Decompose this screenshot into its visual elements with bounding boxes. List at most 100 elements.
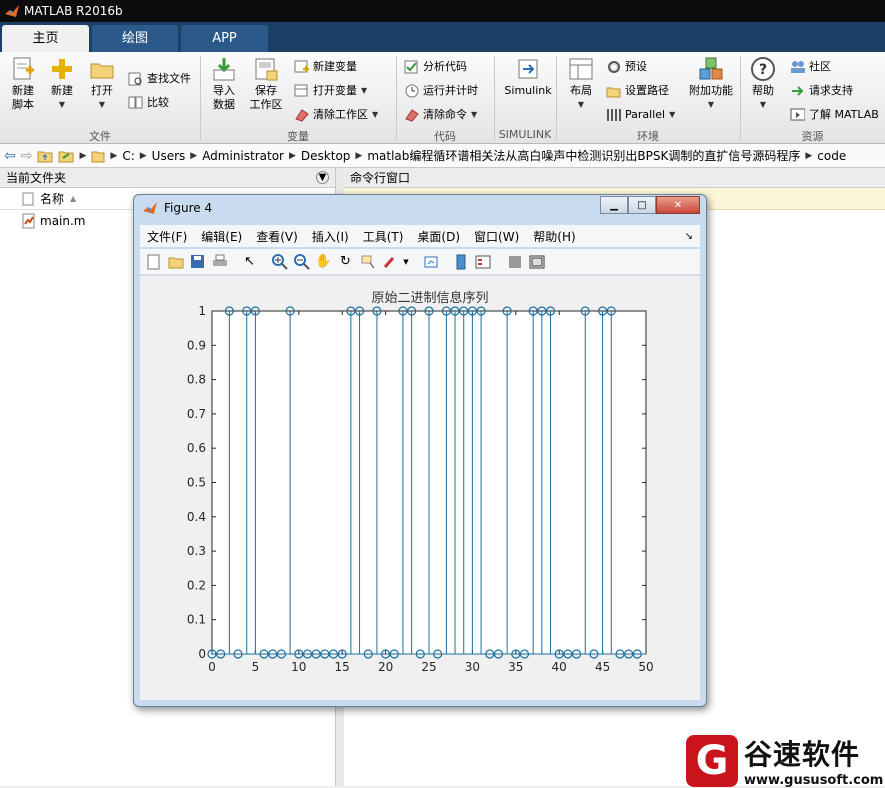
run-and-time-icon (405, 84, 419, 97)
preferences-button[interactable]: 预设 (606, 56, 647, 76)
forward-icon[interactable]: ⇨ (21, 148, 33, 164)
open-file-icon[interactable] (166, 252, 185, 271)
menu-edit[interactable]: 编辑(E) (194, 228, 249, 245)
request-support-button[interactable]: 请求支持 (790, 80, 853, 100)
clear-commands-button[interactable]: 清除命令 ▼ (404, 104, 477, 124)
minimize-icon[interactable]: ▁ (600, 196, 628, 214)
simulink-button[interactable]: Simulink (502, 56, 554, 98)
learn-matlab-label: 了解 MATLAB (809, 108, 879, 121)
new-script-button[interactable]: 新建 脚本 (6, 56, 40, 112)
hide-plot-tools-icon[interactable] (505, 252, 524, 271)
show-plot-tools-icon[interactable] (527, 252, 546, 271)
save-icon[interactable] (188, 252, 207, 271)
new-script-label: 新建 脚本 (12, 84, 34, 111)
compare-button[interactable]: 比较 (128, 92, 169, 112)
set-path-button[interactable]: 设置路径 (606, 80, 669, 100)
clear-workspace-button[interactable]: 清除工作区 ▼ (294, 104, 378, 124)
menu-window[interactable]: 窗口(W) (467, 228, 526, 245)
addons-button[interactable]: 附加功能 ▼ (686, 56, 736, 112)
x-tick-label: 30 (465, 660, 480, 674)
dock-arrow-icon[interactable]: ↘ (678, 231, 700, 242)
chart-title: 原始二进制信息序列 (371, 290, 488, 306)
clear-commands-dropdown-icon: ▼ (471, 109, 478, 119)
menu-insert[interactable]: 插入(I) (305, 228, 356, 245)
figure-title-bar[interactable]: Figure 4 ▁ □ ✕ (134, 195, 706, 221)
pan-hand-icon[interactable]: ✋ (314, 252, 333, 271)
y-tick-label: 0.7 (187, 407, 206, 421)
open-variable-label: 打开变量 (313, 84, 357, 97)
up-folder-icon[interactable] (37, 149, 53, 163)
chevron-right-icon: ▶ (110, 150, 118, 161)
new-button[interactable]: 新建 ▼ (48, 56, 76, 112)
community-icon (791, 60, 805, 73)
y-tick-label: 0.5 (187, 476, 206, 490)
zoom-out-icon[interactable] (292, 252, 311, 271)
learn-matlab-icon (790, 108, 805, 120)
link-plot-icon[interactable] (421, 252, 440, 271)
tab-apps[interactable]: APP (181, 25, 268, 52)
help-label: 帮助 (752, 84, 774, 97)
current-folder-header: 当前文件夹 ▼ (0, 168, 335, 188)
svg-text:?: ? (759, 62, 767, 78)
data-cursor-icon[interactable] (358, 252, 377, 271)
panel-menu-icon[interactable]: ▼ (316, 171, 329, 184)
menu-desktop[interactable]: 桌面(D) (410, 228, 467, 245)
breadcrumb-administrator[interactable]: Administrator (202, 149, 284, 163)
breadcrumb-users[interactable]: Users (152, 149, 186, 163)
pointer-icon[interactable]: ↖ (240, 252, 259, 271)
tab-home[interactable]: 主页 (2, 25, 89, 52)
menu-tools[interactable]: 工具(T) (356, 228, 411, 245)
colorbar-icon[interactable] (451, 252, 470, 271)
analyze-code-button[interactable]: 分析代码 (404, 56, 467, 76)
rotate-3d-icon[interactable]: ↻ (336, 252, 355, 271)
menu-file[interactable]: 文件(F) (140, 228, 194, 245)
save-workspace-button[interactable]: 保存 工作区 (246, 56, 286, 112)
request-support-label: 请求支持 (809, 84, 853, 97)
layout-button[interactable]: 布局 ▼ (564, 56, 598, 112)
layout-label: 布局 (570, 84, 592, 97)
learn-matlab-button[interactable]: 了解 MATLAB (790, 104, 879, 124)
addons-dropdown-icon: ▼ (707, 100, 715, 109)
run-and-time-button[interactable]: 运行并计时 (404, 80, 478, 100)
brush-icon[interactable] (380, 252, 399, 271)
y-tick-label: 0.2 (187, 578, 206, 592)
code-group-label: 代码 (434, 130, 456, 143)
y-tick-label: 1 (198, 304, 206, 318)
import-data-button[interactable]: 导入 数据 (208, 56, 240, 112)
layout-dropdown-icon: ▼ (577, 100, 585, 109)
browse-folder-icon[interactable] (58, 149, 74, 163)
parallel-button[interactable]: Parallel ▼ (606, 104, 675, 124)
menu-help[interactable]: 帮助(H) (526, 228, 582, 245)
maximize-icon[interactable]: □ (628, 196, 656, 214)
figure-title: Figure 4 (164, 201, 213, 215)
print-icon[interactable] (210, 252, 229, 271)
tab-plots[interactable]: 绘图 (92, 25, 178, 52)
app-title: MATLAB R2016b (24, 4, 123, 18)
zoom-in-icon[interactable] (270, 252, 289, 271)
breadcrumb-desktop[interactable]: Desktop (301, 149, 351, 163)
new-variable-button[interactable]: 新建变量 (294, 56, 357, 76)
back-icon[interactable]: ⇦ (4, 148, 16, 164)
help-button[interactable]: ? 帮助 ▼ (748, 56, 778, 112)
address-bar[interactable]: ⇦ ⇨ ▶ ▶ C: ▶ Users ▶ Administrator ▶ Des… (0, 144, 885, 168)
breadcrumb-code[interactable]: code (817, 149, 846, 163)
find-files-button[interactable]: 查找文件 (128, 68, 191, 88)
legend-icon[interactable] (473, 252, 492, 271)
menu-view[interactable]: 查看(V) (249, 228, 305, 245)
breadcrumb-project-folder[interactable]: matlab编程循环谱相关法从高白噪声中检测识别出BPSK调制的直扩信号源码程序 (367, 147, 800, 164)
sort-asc-icon: ▲ (70, 194, 77, 203)
new-figure-icon[interactable] (144, 252, 163, 271)
close-icon[interactable]: ✕ (656, 196, 700, 214)
brush-dropdown-icon[interactable]: ▼ (402, 252, 410, 271)
simulink-label: Simulink (504, 84, 552, 97)
breadcrumb-drive[interactable]: C: (122, 149, 134, 163)
new-label: 新建 (51, 84, 73, 97)
chevron-right-icon: ▶ (79, 150, 87, 161)
resources-group-label: 资源 (801, 130, 824, 143)
variable-group-label: 变量 (287, 130, 309, 143)
open-button[interactable]: 打开 ▼ (88, 56, 116, 112)
open-variable-button[interactable]: 打开变量 ▼ (294, 80, 367, 100)
community-button[interactable]: 社区 (790, 56, 831, 76)
figure-window[interactable]: Figure 4 ▁ □ ✕ 文件(F) 编辑(E) 查看(V) 插入(I) 工… (133, 194, 707, 707)
set-path-label: 设置路径 (625, 84, 669, 97)
